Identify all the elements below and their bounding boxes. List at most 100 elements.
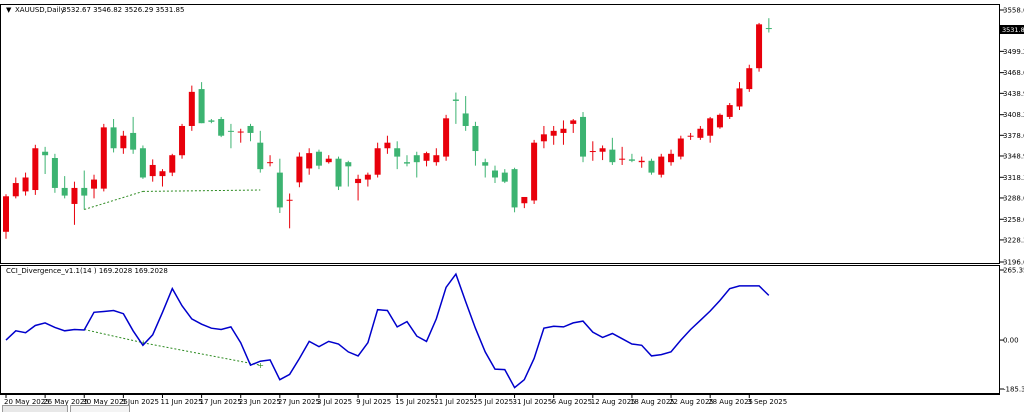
candle-body xyxy=(345,162,352,167)
candle-body xyxy=(531,142,538,201)
candle xyxy=(648,158,655,175)
candle-body xyxy=(609,149,616,163)
candle-body xyxy=(452,99,459,101)
candle xyxy=(296,152,303,188)
header-menu-icon[interactable]: ▼ xyxy=(6,6,12,14)
candle-body xyxy=(589,151,596,153)
price-tick-label: 3378.60 xyxy=(1003,132,1024,140)
chart-window[interactable]: ++ 3558.603529.003499.203468.603438.9034… xyxy=(0,0,1024,412)
candle-body xyxy=(550,130,557,136)
time-tick-label: 31 Jul 2025 xyxy=(513,398,553,406)
candle xyxy=(726,103,733,120)
candle xyxy=(218,116,225,138)
price-tick-label: 3348.90 xyxy=(1003,152,1024,160)
price-axis: 3558.603529.003499.203468.603438.903408.… xyxy=(1000,7,1024,267)
ohlc-values: 3532.67 3546.82 3526.29 3531.85 xyxy=(62,6,184,14)
candle-body xyxy=(677,138,684,157)
candle xyxy=(169,153,176,177)
candle xyxy=(345,160,352,187)
candle-body xyxy=(286,199,293,201)
candle-body xyxy=(648,160,655,173)
candle-body xyxy=(570,120,577,124)
candle xyxy=(237,128,244,143)
candle-body xyxy=(765,28,772,30)
candle xyxy=(355,174,362,201)
price-pane[interactable] xyxy=(0,4,1000,264)
candle xyxy=(306,148,313,175)
candle-body xyxy=(179,125,186,156)
candle-body xyxy=(325,158,332,163)
candle xyxy=(100,123,107,192)
candle xyxy=(384,135,391,154)
current-price-label: 3531.85 xyxy=(1002,26,1024,34)
candle xyxy=(139,145,146,179)
candle xyxy=(149,159,156,182)
time-tick-label: 3 Sep 2025 xyxy=(747,398,787,406)
cci-tick-label: -185.326 xyxy=(1003,386,1024,394)
candle xyxy=(638,156,645,168)
time-tick-label: 17 Jun 2025 xyxy=(200,398,242,406)
time-tick-label: 23 Jun 2025 xyxy=(239,398,281,406)
candle-body xyxy=(237,131,244,133)
candle-body xyxy=(81,187,88,196)
price-tick-label: 3318.30 xyxy=(1003,174,1024,182)
time-tick-label: 12 Aug 2025 xyxy=(591,398,636,406)
divergence-line xyxy=(84,190,144,210)
candle-body xyxy=(296,156,303,183)
time-tick-label: 22 Aug 2025 xyxy=(669,398,714,406)
candle xyxy=(71,181,78,225)
candle-body xyxy=(267,162,274,164)
candle-body xyxy=(208,120,215,122)
time-tick-label: 3 Jul 2025 xyxy=(317,398,352,406)
cci-tick-label: 0.00 xyxy=(1003,337,1019,345)
price-candles xyxy=(3,18,772,239)
candle-body xyxy=(276,172,283,208)
candle-body xyxy=(120,135,127,149)
candle-body xyxy=(306,153,313,169)
symbol-label: XAUUSD,Daily xyxy=(15,6,65,14)
candle-body xyxy=(482,162,489,166)
candle-body xyxy=(257,142,264,170)
candle-body xyxy=(218,119,225,136)
candle xyxy=(198,82,205,124)
candle-body xyxy=(91,179,98,189)
time-tick-label: 21 Jul 2025 xyxy=(434,398,474,406)
candle-body xyxy=(628,159,635,161)
candle xyxy=(628,153,635,163)
candle xyxy=(374,142,381,178)
candle-body xyxy=(511,169,518,208)
candle-body xyxy=(707,118,714,136)
chart-canvas[interactable]: ++ 3558.603529.003499.203468.603438.9034… xyxy=(0,0,1024,411)
candle xyxy=(756,22,763,72)
candle-body xyxy=(423,153,430,161)
candle-body xyxy=(726,105,733,117)
candle-body xyxy=(3,196,9,232)
candle xyxy=(697,125,704,140)
candle-body xyxy=(110,127,117,149)
candle-body xyxy=(746,68,753,90)
time-tick-label: 6 Aug 2025 xyxy=(552,398,592,406)
candle-body xyxy=(51,157,58,188)
candle-body xyxy=(159,171,166,177)
indicator-pane[interactable] xyxy=(0,265,1000,394)
candle-body xyxy=(580,116,587,157)
candle xyxy=(208,119,215,124)
price-tick-label: 3196.60 xyxy=(1003,259,1024,267)
candle xyxy=(540,125,547,149)
candle xyxy=(91,174,98,199)
candle-body xyxy=(638,160,645,163)
candle-body xyxy=(61,187,68,196)
time-tick-label: 27 Jun 2025 xyxy=(278,398,320,406)
candle-body xyxy=(149,164,156,177)
candle-body xyxy=(403,162,410,164)
candle xyxy=(580,112,587,163)
candle xyxy=(325,155,332,164)
candle-body xyxy=(492,170,498,178)
candle xyxy=(501,169,508,184)
candle xyxy=(3,194,9,239)
candle xyxy=(433,148,440,166)
candle-body xyxy=(599,148,606,152)
candle-body xyxy=(394,148,401,157)
candle xyxy=(188,85,195,131)
candle xyxy=(12,177,19,199)
